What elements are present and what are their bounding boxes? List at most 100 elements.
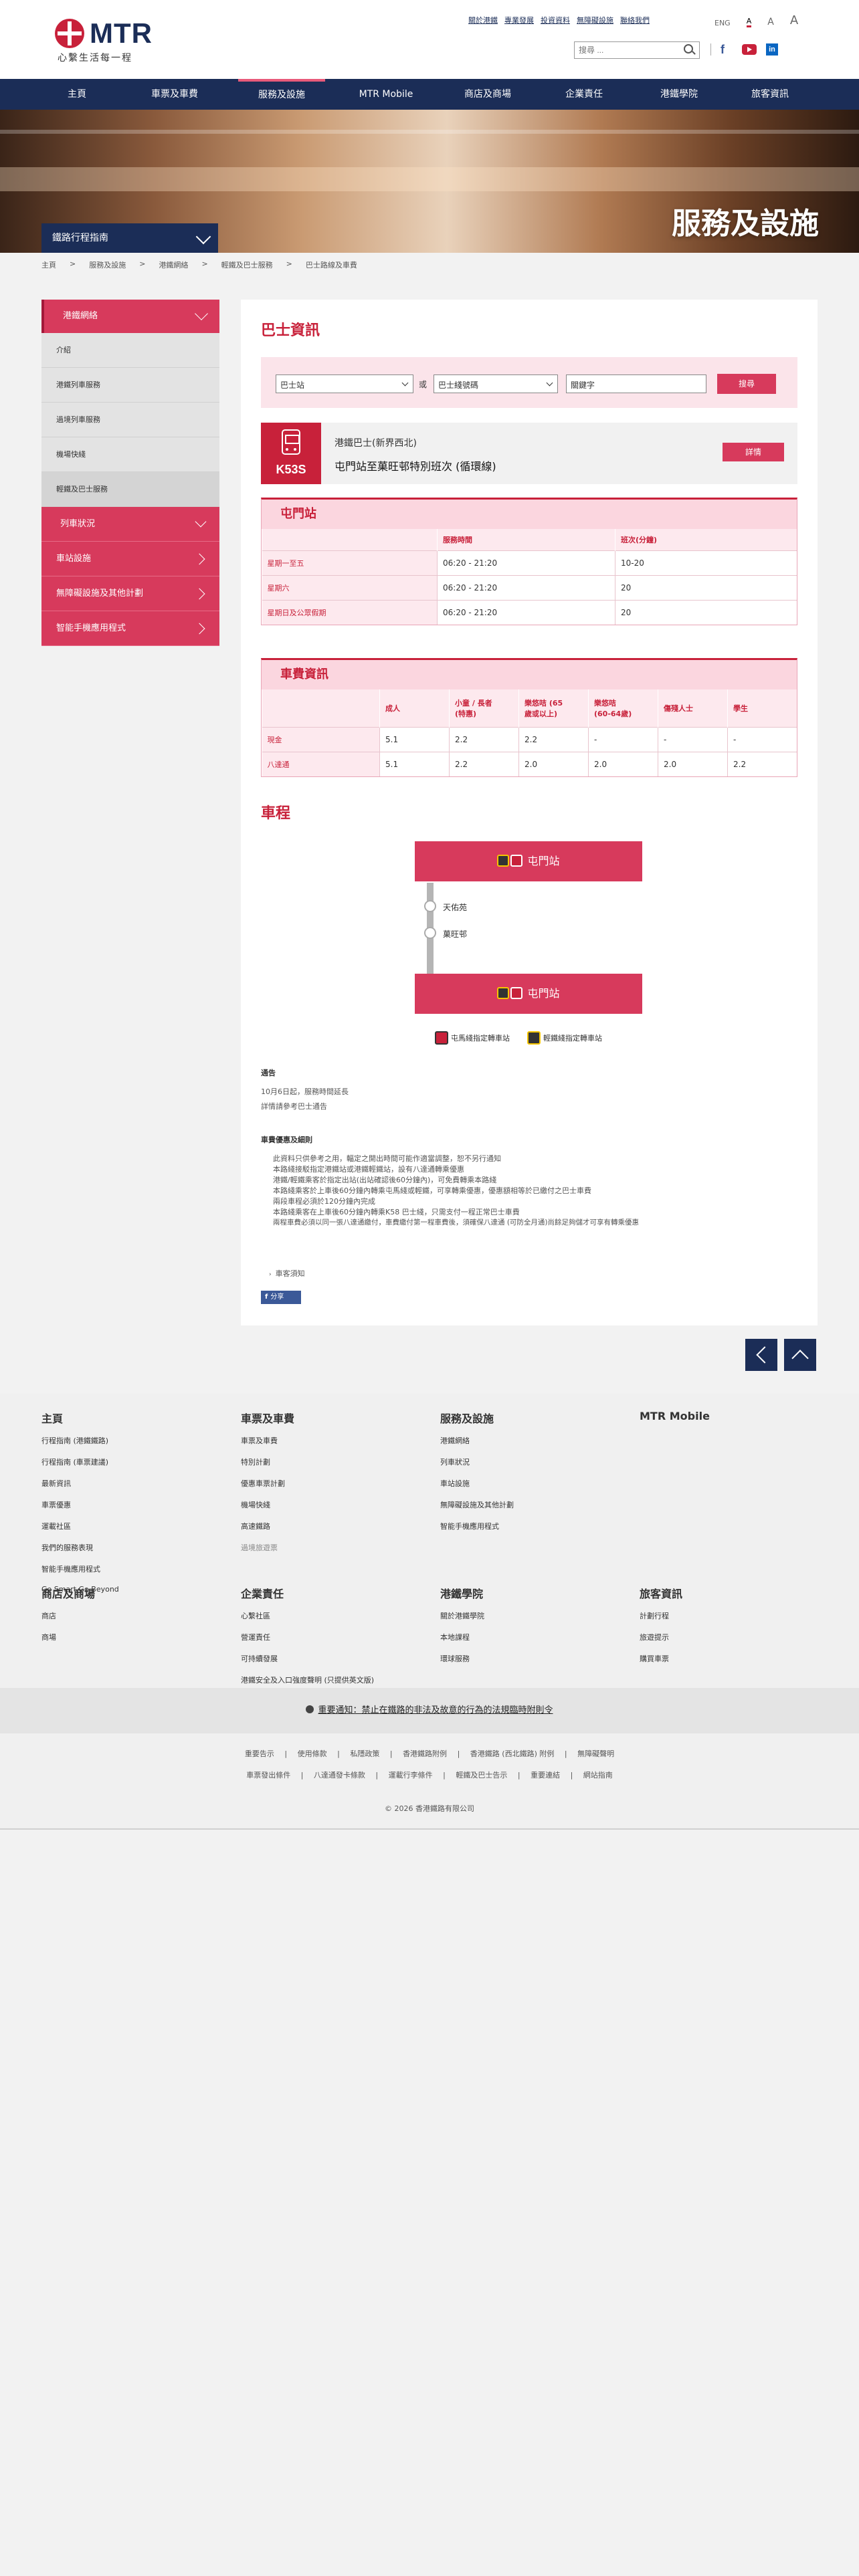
footer-bottom-link[interactable]: 重要告示 [245, 1749, 274, 1758]
nav-item-csr[interactable]: 企業責任 [541, 79, 628, 110]
facebook-icon[interactable]: f [721, 43, 733, 56]
breadcrumb-lightrail[interactable]: 輕鐵及巴士服務 [221, 259, 273, 270]
footer-heading[interactable]: MTR Mobile [640, 1410, 710, 1422]
sidebar-item-station-facilities[interactable]: 車站設施 [41, 542, 219, 576]
footer-bottom-link[interactable]: 重要連結 [531, 1771, 560, 1780]
footer-link[interactable]: 商場 [41, 1632, 95, 1642]
nav-item-shops[interactable]: 商店及商場 [444, 79, 531, 110]
footer-heading[interactable]: 主頁 [41, 1410, 119, 1426]
back-to-top-button[interactable] [784, 1339, 816, 1371]
footer-heading[interactable]: 車票及車費 [241, 1410, 294, 1426]
nav-item-mtr-mobile[interactable]: MTR Mobile [343, 79, 430, 110]
trip-planner-button[interactable]: 鐵路行程指南 [41, 223, 218, 253]
sidebar-subitem[interactable]: 港鐵列車服務 [41, 368, 219, 403]
transfer-line: 本路綫乘客於上車後60分鐘內轉乘屯馬綫或輕鐵，可享轉乘優惠，優惠額相等於已繳付之… [273, 1186, 591, 1195]
keyword-input[interactable]: 關鍵字 [566, 374, 706, 393]
footer-link[interactable]: 高速鐵路 [241, 1521, 294, 1531]
footer-heading[interactable]: 港鐵學院 [440, 1585, 484, 1601]
sidebar-item-train-status[interactable]: 列車狀況 [41, 507, 219, 542]
back-button[interactable] [745, 1339, 777, 1371]
footer-link[interactable]: 車票及車費 [241, 1435, 294, 1446]
footer-link[interactable]: 無障礙設施及其他計劃 [440, 1499, 514, 1510]
footer-link[interactable]: 港鐵網絡 [440, 1435, 514, 1446]
footer-bottom-link[interactable]: 私隱政策 [350, 1749, 379, 1758]
footer-bottom-link[interactable]: 香港鐵路附例 [403, 1749, 447, 1758]
youtube-icon[interactable] [742, 44, 757, 55]
font-small[interactable]: A [746, 17, 752, 27]
font-large[interactable]: A [790, 13, 798, 27]
footer-link[interactable]: 購買車票 [640, 1653, 682, 1664]
footer-link[interactable]: 商店 [41, 1610, 95, 1621]
sidebar-item-accessibility[interactable]: 無障礙設施及其他計劃 [41, 576, 219, 611]
footer-link[interactable]: 過境旅遊票 [241, 1542, 294, 1553]
footer-link[interactable]: 我們的服務表現 [41, 1542, 119, 1553]
footer-link[interactable]: 心繫社區 [241, 1610, 374, 1621]
top-link[interactable]: 無障礙設施 [577, 15, 613, 25]
footer-link[interactable]: 環球服務 [440, 1653, 484, 1664]
footer-heading[interactable]: 商店及商場 [41, 1585, 95, 1601]
nav-item-academy[interactable]: 港鐵學院 [636, 79, 723, 110]
footer-link[interactable]: 行程指南 (車票建議) [41, 1457, 119, 1467]
breadcrumb-home[interactable]: 主頁 [41, 259, 56, 270]
footer-link[interactable]: 智能手機應用程式 [41, 1564, 119, 1574]
mtr-logo[interactable]: MTR 心繫生活每一程 [54, 17, 161, 64]
footer-link[interactable]: 車票優惠 [41, 1499, 119, 1510]
footer-bottom-link[interactable]: 輕鐵及巴士告示 [456, 1771, 507, 1780]
top-link[interactable]: 專業發展 [504, 15, 534, 25]
footer-heading[interactable]: 旅客資訊 [640, 1585, 682, 1601]
nav-item-tickets[interactable]: 車票及車費 [131, 79, 218, 110]
sidebar-subitem[interactable]: 介紹 [41, 333, 219, 368]
linkedin-icon[interactable]: in [766, 43, 778, 56]
footer-link[interactable]: 列車狀況 [440, 1457, 514, 1467]
search-input[interactable] [574, 41, 700, 59]
footer-link[interactable]: 營運責任 [241, 1632, 374, 1642]
footer-link[interactable]: 可持續發展 [241, 1653, 374, 1664]
footer-bottom-link[interactable]: 運載行李條件 [389, 1771, 433, 1780]
footer-link[interactable]: 關於港鐵學院 [440, 1610, 484, 1621]
footer-link[interactable]: 計劃行程 [640, 1610, 682, 1621]
footer-bottom-link[interactable]: 八達通發卡條款 [314, 1771, 365, 1780]
footer-link[interactable]: 行程指南 (港鐵鐵路) [41, 1435, 119, 1446]
bus-route-select[interactable]: 巴士綫號碼 [434, 374, 558, 393]
footer-link[interactable]: 本地課程 [440, 1632, 484, 1642]
breadcrumb-services[interactable]: 服務及設施 [89, 259, 126, 270]
nav-item-tourist[interactable]: 旅客資訊 [727, 79, 814, 110]
top-link[interactable]: 聯絡我們 [620, 15, 650, 25]
footer-bottom-link[interactable]: 香港鐵路 (西北鐵路) 附例 [470, 1749, 555, 1758]
important-notice[interactable]: 重要通知：禁止在鐵路的非法及故意的行為的法規臨時附則令 [0, 1688, 859, 1733]
top-link[interactable]: 投資資料 [541, 15, 570, 25]
footer-link[interactable]: 特別計劃 [241, 1457, 294, 1467]
print-link[interactable]: › 車客須知 [269, 1268, 305, 1279]
sidebar-item-apps[interactable]: 智能手機應用程式 [41, 611, 219, 646]
sidebar-subitem[interactable]: 機場快綫 [41, 437, 219, 472]
footer-heading[interactable]: 服務及設施 [440, 1410, 514, 1426]
bus-stop-select[interactable]: 巴士站 [276, 374, 413, 393]
footer-link[interactable]: 機場快綫 [241, 1499, 294, 1510]
sidebar-subitem[interactable]: 過境列車服務 [41, 403, 219, 437]
nav-item-services[interactable]: 服務及設施 [238, 79, 325, 110]
sidebar-subitem-current[interactable]: 輕鐵及巴士服務 [41, 472, 219, 507]
nav-item-home[interactable]: 主頁 [33, 79, 120, 110]
details-button[interactable]: 詳情 [723, 443, 784, 461]
footer-link[interactable]: 港鐵安全及入口強度聲明 (只提供英文版) [241, 1675, 374, 1685]
or-label: 或 [419, 380, 427, 389]
search-button[interactable]: 搜尋 [717, 374, 776, 394]
footer-link[interactable]: 最新資訊 [41, 1478, 119, 1489]
search-icon[interactable] [684, 44, 693, 53]
footer-heading[interactable]: 企業責任 [241, 1585, 374, 1601]
footer-bottom-link[interactable]: 無障礙聲明 [577, 1749, 614, 1758]
footer-link[interactable]: 車站設施 [440, 1478, 514, 1489]
sidebar-item-network[interactable]: 港鐵網絡 [41, 300, 219, 333]
facebook-share-button[interactable]: f 分享 [261, 1291, 301, 1304]
footer-bottom-link[interactable]: 使用條款 [298, 1749, 327, 1758]
breadcrumb-network[interactable]: 港鐵網絡 [159, 259, 188, 270]
lang-eng[interactable]: ENG [714, 19, 731, 27]
top-link[interactable]: 關於港鐵 [468, 15, 498, 25]
footer-link[interactable]: 旅遊提示 [640, 1632, 682, 1642]
footer-link[interactable]: 優惠車票計劃 [241, 1478, 294, 1489]
font-medium[interactable]: A [767, 17, 774, 27]
footer-bottom-link[interactable]: 車票發出條件 [246, 1771, 290, 1780]
footer-bottom-link[interactable]: 網站指南 [583, 1771, 613, 1780]
footer-link[interactable]: 運載社區 [41, 1521, 119, 1531]
footer-link[interactable]: 智能手機應用程式 [440, 1521, 514, 1531]
